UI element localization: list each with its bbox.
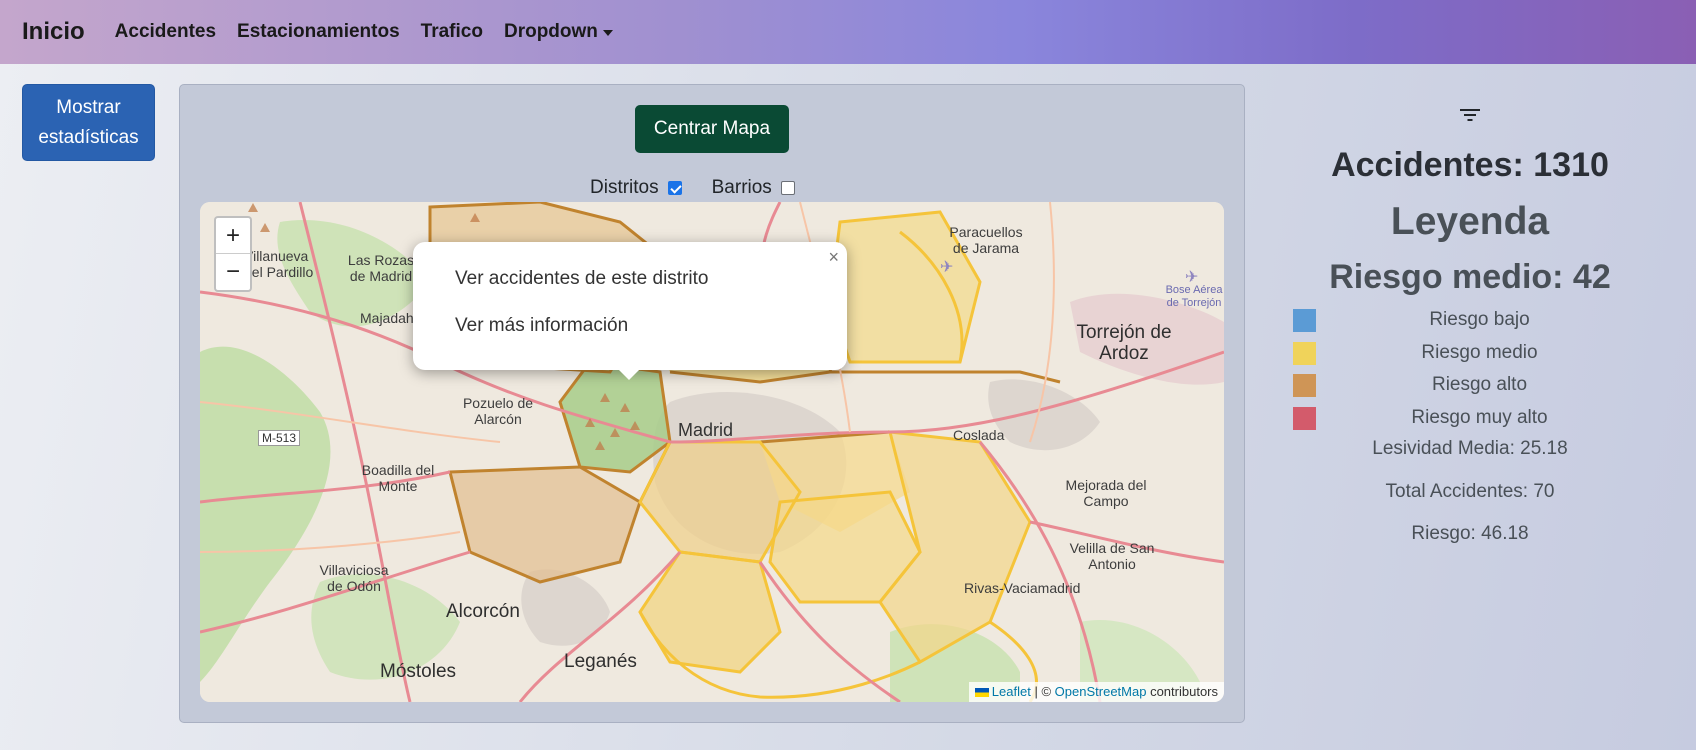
ukraine-flag-icon <box>974 688 989 697</box>
map-label-madrid: Madrid <box>678 420 734 440</box>
legend-label: Riesgo medio <box>1421 342 1538 363</box>
map-label-lasrozas: Las Rozas de Madrid <box>347 252 415 284</box>
barrios-checkbox[interactable] <box>780 181 795 195</box>
legend-label: Riesgo bajo <box>1429 309 1530 330</box>
legend-item-medio: Riesgo medio <box>1293 341 1643 365</box>
legend-item-alto: Riesgo alto <box>1293 373 1643 397</box>
legend-item-bajo: Riesgo bajo <box>1293 308 1643 332</box>
layer-toggles: Distritos Barrios <box>590 177 825 199</box>
barrios-label: Barrios <box>711 177 772 198</box>
riesgo-value: Riesgo: 46.18 <box>1411 523 1529 544</box>
center-map-button[interactable]: Centrar Mapa <box>635 105 789 153</box>
map-label-villanueva: Villanueva del Pardillo <box>244 248 314 280</box>
map-label-mostoles: Móstoles <box>380 661 457 682</box>
toggle-distritos: Distritos <box>590 177 682 199</box>
district-popup: × Ver accidentes de este distrito Ver má… <box>413 242 847 380</box>
nav-trafico[interactable]: Trafico <box>421 21 483 43</box>
distritos-checkbox[interactable] <box>667 181 682 195</box>
legend-swatch <box>1293 373 1316 397</box>
legend-swatch <box>1293 308 1316 332</box>
legend-label: Riesgo muy alto <box>1411 407 1548 428</box>
map-attribution: Leaflet | © OpenStreetMap contributors <box>968 682 1224 702</box>
map-label-mejorada: Mejorada del Campo <box>1065 477 1147 509</box>
map-view[interactable]: ✈ ✈ Madrid Torrejón de Ardoz Alcorcón Le… <box>200 202 1224 702</box>
chevron-down-icon <box>602 30 613 36</box>
map-label-base-aerea: Bose Aérea de Torrejón <box>1165 284 1223 309</box>
map-card: Centrar Mapa Distritos Barrios ✈ ✈ Madri… <box>179 84 1245 723</box>
lesividad-media: Lesividad Media: 25.18 <box>1372 438 1568 459</box>
popup-close-icon[interactable]: × <box>828 247 839 268</box>
map-label-coslada: Coslada <box>953 427 1005 443</box>
legend-swatch <box>1293 406 1316 430</box>
svg-text:✈: ✈ <box>940 257 953 276</box>
map-label-paracuellos: Paracuellos de Jarama <box>949 224 1023 256</box>
nav-dropdown-label: Dropdown <box>503 21 598 42</box>
map-label-villaviciosa: Villaviciosa de Odón <box>319 562 389 594</box>
leaflet-link[interactable]: Leaflet <box>992 684 1031 699</box>
legend-label: Riesgo alto <box>1431 374 1528 395</box>
map-label-pozuelo: Pozuelo de Alarcón <box>462 395 534 427</box>
toggle-barrios: Barrios <box>712 177 795 199</box>
road-badge-m513: M-513 <box>258 430 301 446</box>
popup-more-info-link[interactable]: Ver más información <box>455 315 628 337</box>
popup-view-accidents-link[interactable]: Ver accidentes de este distrito <box>455 268 708 290</box>
zoom-out-button[interactable]: − <box>216 254 250 290</box>
attribution-sep: | © <box>1034 684 1052 699</box>
nav-dropdown[interactable]: Dropdown <box>504 21 613 43</box>
map-label-velilla: Velilla de San Antonio <box>1069 540 1155 572</box>
show-stats-button[interactable]: Mostrar estadísticas <box>22 84 155 161</box>
zoom-control: + − <box>214 216 252 292</box>
zoom-in-button[interactable]: + <box>216 218 250 254</box>
attribution-suffix: contributors <box>1150 684 1218 699</box>
map-label-rivas: Rivas-Vaciamadrid <box>964 580 1081 596</box>
map-label-torrejon: Torrejón de Ardoz <box>1076 322 1172 364</box>
legend-item-muy-alto: Riesgo muy alto <box>1293 406 1643 430</box>
map-label-leganes: Leganés <box>564 651 637 672</box>
filter-icon[interactable] <box>1458 106 1482 124</box>
nav-accidentes[interactable]: Accidentes <box>115 21 216 43</box>
distritos-label: Distritos <box>590 177 659 198</box>
navbar: Inicio Accidentes Estacionamientos Trafi… <box>0 0 1696 64</box>
map-label-boadilla: Boadilla del Monte <box>361 462 435 494</box>
accidents-count: Accidentes: 1310 <box>1331 146 1609 184</box>
risk-mid-value: Riesgo medio: 42 <box>1329 258 1611 296</box>
legend-swatch <box>1293 341 1316 365</box>
total-accidentes: Total Accidentes: 70 <box>1385 481 1555 502</box>
map-label-alcorcon: Alcorcón <box>446 601 520 622</box>
legend-title: Leyenda <box>1390 200 1550 243</box>
nav-estacionamientos[interactable]: Estacionamientos <box>237 21 400 43</box>
osm-link[interactable]: OpenStreetMap <box>1055 684 1147 699</box>
brand-link[interactable]: Inicio <box>22 18 85 46</box>
